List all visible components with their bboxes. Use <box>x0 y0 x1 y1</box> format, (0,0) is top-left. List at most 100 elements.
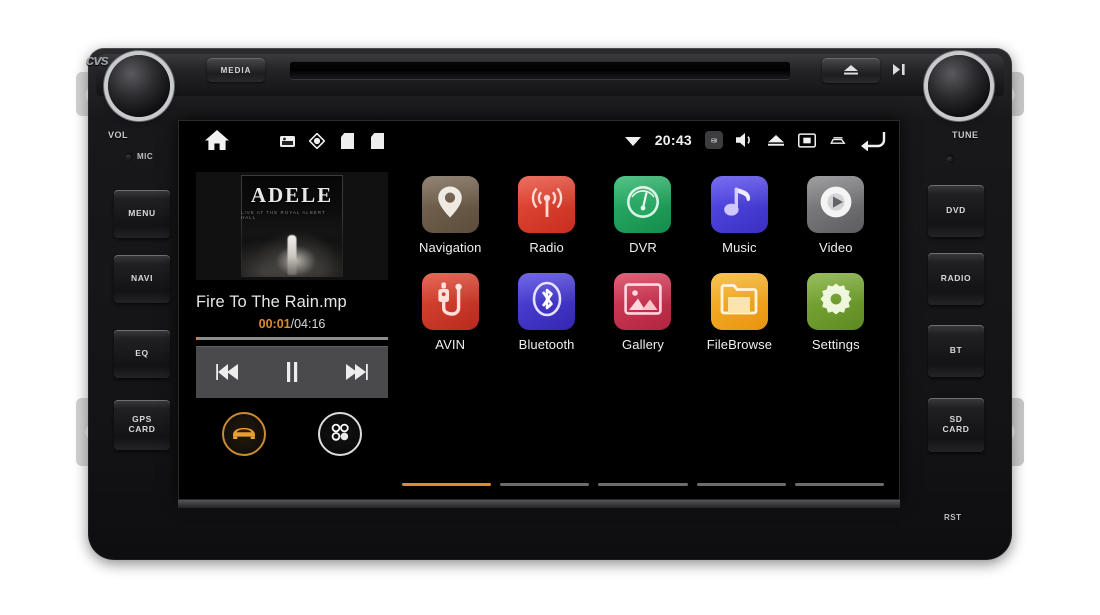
back-arrow-icon[interactable] <box>860 129 886 151</box>
dashcam-icon[interactable] <box>705 131 723 149</box>
app-dvr[interactable]: DVR <box>595 176 691 255</box>
page-dot[interactable] <box>500 483 590 486</box>
app-label: FileBrowse <box>706 337 773 352</box>
volume-knob[interactable] <box>108 55 170 117</box>
app-icon-tile[interactable] <box>421 176 479 233</box>
radio-wave-icon <box>529 185 565 224</box>
track-time-total: 04:16 <box>294 317 326 331</box>
hard-button-eq[interactable]: EQ <box>114 330 170 378</box>
app-icon-tile[interactable] <box>614 176 672 233</box>
apps-dots-icon <box>328 420 352 449</box>
track-title: Fire To The Rain.mp <box>196 293 347 311</box>
app-icon-tile[interactable] <box>710 273 768 330</box>
track-progress-bar[interactable] <box>196 337 388 340</box>
volume-icon[interactable] <box>736 131 754 149</box>
wifi-icon <box>624 131 642 149</box>
hard-button-sd-card[interactable]: SD CARD <box>928 398 984 452</box>
home-icon[interactable] <box>204 128 230 157</box>
sd-card-icon <box>278 132 296 150</box>
map-pin-icon <box>436 185 464 224</box>
app-label: DVR <box>629 240 657 255</box>
app-label: Gallery <box>622 337 664 352</box>
tune-knob-label: TUNE <box>952 130 979 140</box>
car-icon <box>231 424 257 445</box>
car-mode-button[interactable] <box>222 412 266 456</box>
pause-button[interactable] <box>269 352 315 392</box>
disc-slot[interactable] <box>290 62 790 79</box>
app-label: Bluetooth <box>518 337 575 352</box>
mic-label: MIC <box>137 152 154 161</box>
eject-icon[interactable] <box>767 131 785 149</box>
app-video[interactable]: Video <box>788 176 884 255</box>
play-pause-icon[interactable] <box>893 62 908 78</box>
hard-button-bt[interactable]: BT <box>928 325 984 377</box>
reset-hole[interactable] <box>946 155 954 163</box>
app-icon-tile[interactable] <box>614 273 672 330</box>
track-progress-fill <box>196 337 197 340</box>
page-dot[interactable] <box>794 483 885 486</box>
app-grid: Navigation Radio DVR Music Video AVIN Bl… <box>402 176 884 352</box>
disc-icon <box>308 132 326 150</box>
all-apps-button[interactable] <box>318 412 362 456</box>
screenshot-stage: cvs MEDIA VOL TUNE MIC MENU NAVI EQ GPS … <box>0 0 1100 615</box>
microphone-hole <box>125 153 133 161</box>
music-note-icon <box>723 184 755 225</box>
volume-knob-label: VOL <box>108 130 129 140</box>
app-icon-tile[interactable] <box>807 273 865 330</box>
media-button[interactable]: MEDIA <box>207 58 265 82</box>
previous-track-button[interactable] <box>205 352 251 392</box>
album-artist-name: ADELE <box>250 183 334 207</box>
app-label: Settings <box>811 337 860 352</box>
hard-button-dvd[interactable]: DVD <box>928 185 984 237</box>
app-icon-tile[interactable] <box>518 273 576 330</box>
track-time: 00:01/04:16 <box>196 317 388 331</box>
usb-plug-icon <box>435 281 465 322</box>
gauge-icon <box>624 183 662 226</box>
album-photo <box>241 219 343 277</box>
app-label: AVIN <box>435 337 466 352</box>
app-icon-tile[interactable] <box>807 176 865 233</box>
app-bluetooth[interactable]: Bluetooth <box>498 273 594 352</box>
status-right-icons: 20:43 <box>624 126 886 154</box>
hard-button-gps-card[interactable]: GPS CARD <box>114 400 170 450</box>
page-indicator[interactable] <box>402 483 885 486</box>
album-art: ADELE LIVE AT THE ROYAL ALBERT HALL <box>241 175 343 277</box>
next-track-button[interactable] <box>333 352 379 392</box>
app-gallery[interactable]: Gallery <box>595 273 691 352</box>
app-icon-tile[interactable] <box>710 176 768 233</box>
tune-knob[interactable] <box>928 55 990 117</box>
hard-button-navi[interactable]: NAVI <box>114 255 170 303</box>
app-filebrowse[interactable]: FileBrowse <box>691 273 787 352</box>
photo-icon <box>624 283 662 320</box>
gear-icon <box>818 281 854 322</box>
app-navigation[interactable]: Navigation <box>402 176 498 255</box>
folder-icon <box>720 283 758 320</box>
android-status-bar: 20:43 <box>178 120 900 160</box>
screen-off-icon[interactable] <box>798 131 816 149</box>
eject-icon <box>843 62 859 80</box>
app-avin[interactable]: AVIN <box>402 273 498 352</box>
app-label: Video <box>819 240 853 255</box>
app-icon-tile[interactable] <box>421 273 479 330</box>
app-icon-tile[interactable] <box>518 176 576 233</box>
storage-icon <box>338 132 356 150</box>
page-dot[interactable] <box>696 483 786 486</box>
app-music[interactable]: Music <box>691 176 787 255</box>
app-radio[interactable]: Radio <box>498 176 594 255</box>
reset-label: RST <box>944 513 962 522</box>
album-figure <box>287 235 297 275</box>
hard-button-radio[interactable]: RADIO <box>928 253 984 305</box>
status-clock: 20:43 <box>654 132 692 148</box>
eject-button[interactable] <box>822 58 880 83</box>
transport-controls <box>196 346 388 398</box>
screen-bezel-lip <box>178 500 900 508</box>
touchscreen[interactable]: 20:43 ADELE LIVE AT THE ROYAL ALBERT HAL… <box>178 120 900 500</box>
app-label: Music <box>722 240 757 255</box>
car-link-icon[interactable] <box>829 131 847 149</box>
hard-button-menu[interactable]: MENU <box>114 190 170 238</box>
app-settings[interactable]: Settings <box>788 273 884 352</box>
page-dot[interactable] <box>598 483 688 486</box>
page-dot[interactable] <box>402 483 492 486</box>
shortcut-buttons <box>196 412 388 456</box>
music-widget[interactable]: ADELE LIVE AT THE ROYAL ALBERT HALL Fire… <box>196 172 388 456</box>
